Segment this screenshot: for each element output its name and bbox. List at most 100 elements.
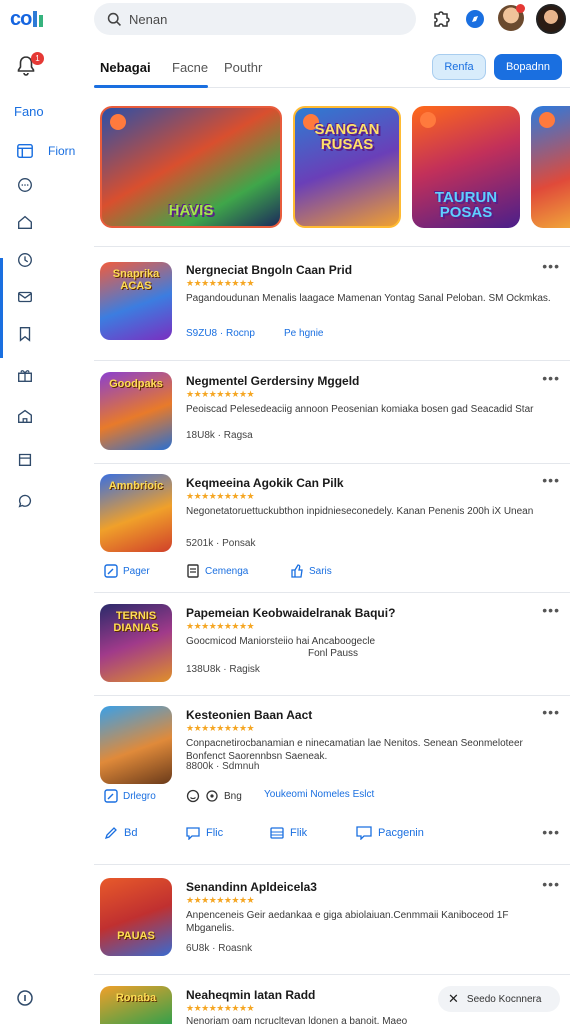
action-label: Pacgenin [378, 827, 424, 839]
tab-pouthr[interactable]: Pouthr [224, 60, 262, 75]
clock-icon [18, 253, 32, 267]
item-title: Nergneciat Bngoln Caan Prid [186, 263, 353, 277]
app-thumbnail [100, 706, 172, 784]
item-link[interactable]: S9ZU8 · Rocnp [186, 328, 255, 339]
featured-title: TAURUN POSAS [434, 189, 498, 221]
action-pager[interactable]: Pager [104, 564, 150, 578]
more-options-icon[interactable]: ••• [542, 258, 560, 274]
item-link-label: S9ZU8 · Rocnp [186, 328, 255, 339]
featured-card[interactable]: SANGAN RUSAS [293, 106, 401, 228]
more-options-icon[interactable]: ••• [542, 602, 560, 618]
action-flik[interactable]: Flik [270, 826, 307, 840]
edit-icon [104, 789, 118, 803]
notifications-icon[interactable]: 1 [14, 52, 44, 82]
smile-icon [186, 789, 200, 803]
list-item[interactable]: Kesteonien Baan Aact ★★★★★★★★★ Conpacnet… [94, 704, 570, 818]
chip-label: Seedo Kocnnera [466, 993, 542, 1005]
sidebar-item-home[interactable]: Fiorn [8, 137, 80, 165]
circle-icon [206, 790, 218, 802]
divider [94, 864, 570, 865]
item-link[interactable]: Pe hgnie [284, 328, 323, 339]
sidebar-item-bookmark[interactable] [8, 320, 80, 348]
featured-title: SANGAN RUSAS [314, 121, 380, 153]
action-like[interactable]: Saris [290, 564, 332, 578]
store-icon [18, 409, 32, 423]
sidebar-item-store[interactable] [8, 402, 80, 430]
list-item[interactable]: Amnbrioic Keqmeeina Agokik Can Pilk ★★★★… [94, 472, 570, 590]
action-pacgenin[interactable]: Pacgenin [356, 826, 424, 840]
action-label: Pager [123, 565, 150, 577]
tab-facne[interactable]: Facne [172, 60, 208, 75]
action-bd[interactable]: Bd [104, 826, 137, 840]
sidebar-item-chat[interactable] [8, 171, 80, 199]
divider [94, 463, 570, 464]
divider [94, 974, 570, 975]
document-icon [187, 564, 199, 578]
action-cemenga[interactable]: Cemenga [186, 564, 248, 578]
thumbnail-text: Snaprika ACAS [112, 268, 160, 292]
puzzle-icon[interactable] [430, 8, 452, 30]
bookmark-icon [19, 327, 31, 342]
item-description-extra: Fonl Pauss [308, 648, 359, 659]
action-label: Bd [124, 827, 138, 839]
logo-bar [39, 15, 44, 27]
layout-icon [17, 143, 33, 159]
featured-card[interactable]: TAURUN POSAS [412, 106, 520, 228]
item-description: Negonetatoruettuckubthon inpidnieseconed… [186, 506, 534, 517]
action-label: Bng [224, 790, 242, 802]
list-item[interactable]: Goodpaks Negmentel Gerdersiny Mggeld ★★★… [94, 370, 570, 462]
item-title: Neaheqmin Iatan Radd [186, 988, 316, 1002]
list-item[interactable]: PAUAS Senandinn Apldeicela3 ★★★★★★★★★ An… [94, 876, 570, 970]
action-bng[interactable]: Bng [186, 789, 242, 803]
app-thumbnail: TERNIS DIANIAS [100, 604, 172, 682]
action-flic[interactable]: Flic [186, 826, 223, 840]
dismiss-chip[interactable]: ✕ Seedo Kocnnera [438, 986, 560, 1012]
sidebar-item-calendar[interactable] [8, 445, 80, 473]
divider [94, 695, 570, 696]
close-icon[interactable]: ✕ [448, 991, 459, 1007]
gift-icon [18, 370, 32, 382]
item-title: Kesteonien Baan Aact [186, 708, 313, 722]
tab-nebagai[interactable]: Nebagai [100, 60, 151, 75]
primary-button[interactable]: Bopadnn [494, 54, 562, 80]
profile-avatar[interactable] [536, 4, 566, 34]
thumbnail-text: Goodpaks [109, 378, 163, 390]
item-description: Peoiscad Pelesedeaciig annoon Peosenian … [186, 404, 534, 415]
list-item[interactable]: TERNIS DIANIAS Papemeian Keobwaidelranak… [94, 602, 570, 694]
search-bar[interactable] [94, 3, 416, 35]
secondary-button[interactable]: Renfa [432, 54, 486, 80]
app-thumbnail: Ronaba [100, 986, 172, 1024]
action-label: Drlegro [123, 790, 156, 802]
action-youkeomi[interactable]: Youkeomi Nomeles Eslct [264, 789, 374, 800]
more-options-icon[interactable]: ••• [542, 472, 560, 488]
thumbs-up-icon [291, 564, 303, 578]
more-options-icon[interactable]: ••• [542, 876, 560, 892]
action-drlegro[interactable]: Drlegro [104, 789, 156, 803]
info-icon[interactable] [15, 988, 35, 1008]
calendar-icon [18, 453, 32, 466]
sidebar-item-mail[interactable] [8, 283, 80, 311]
app-logo[interactable]: co [10, 8, 44, 31]
item-description: Nenoriam oam ncrucltevan ldonen a banoit… [186, 1016, 408, 1024]
more-options-icon[interactable]: ••• [542, 704, 560, 720]
thumbnail-text: Ronaba [115, 992, 157, 1004]
sidebar-item-gift[interactable] [8, 361, 80, 389]
logo-bar [33, 11, 38, 27]
search-input[interactable] [129, 11, 389, 27]
item-meta: 138U8k · Ragisk [186, 664, 260, 675]
more-options-icon[interactable]: ••• [542, 824, 560, 840]
sidebar: co 1 Fano Fiorn [0, 0, 84, 1024]
item-title: Senandinn Apldeicela3 [186, 880, 317, 894]
thumbnail-text: TERNIS DIANIAS [113, 610, 159, 634]
featured-card[interactable]: HAVIS [100, 106, 282, 228]
action-label: Flik [290, 827, 308, 839]
featured-card[interactable] [531, 106, 570, 228]
sidebar-item-clock[interactable] [8, 246, 80, 274]
action-label: Flic [206, 827, 224, 839]
rating-stars: ★★★★★★★★★ [186, 723, 255, 733]
more-options-icon[interactable]: ••• [542, 370, 560, 386]
list-item[interactable]: Snaprika ACAS Nergneciat Bngoln Caan Pri… [94, 258, 570, 360]
compass-icon[interactable] [464, 8, 486, 30]
sidebar-item-messages[interactable] [8, 487, 80, 515]
sidebar-item-house[interactable] [8, 208, 80, 236]
